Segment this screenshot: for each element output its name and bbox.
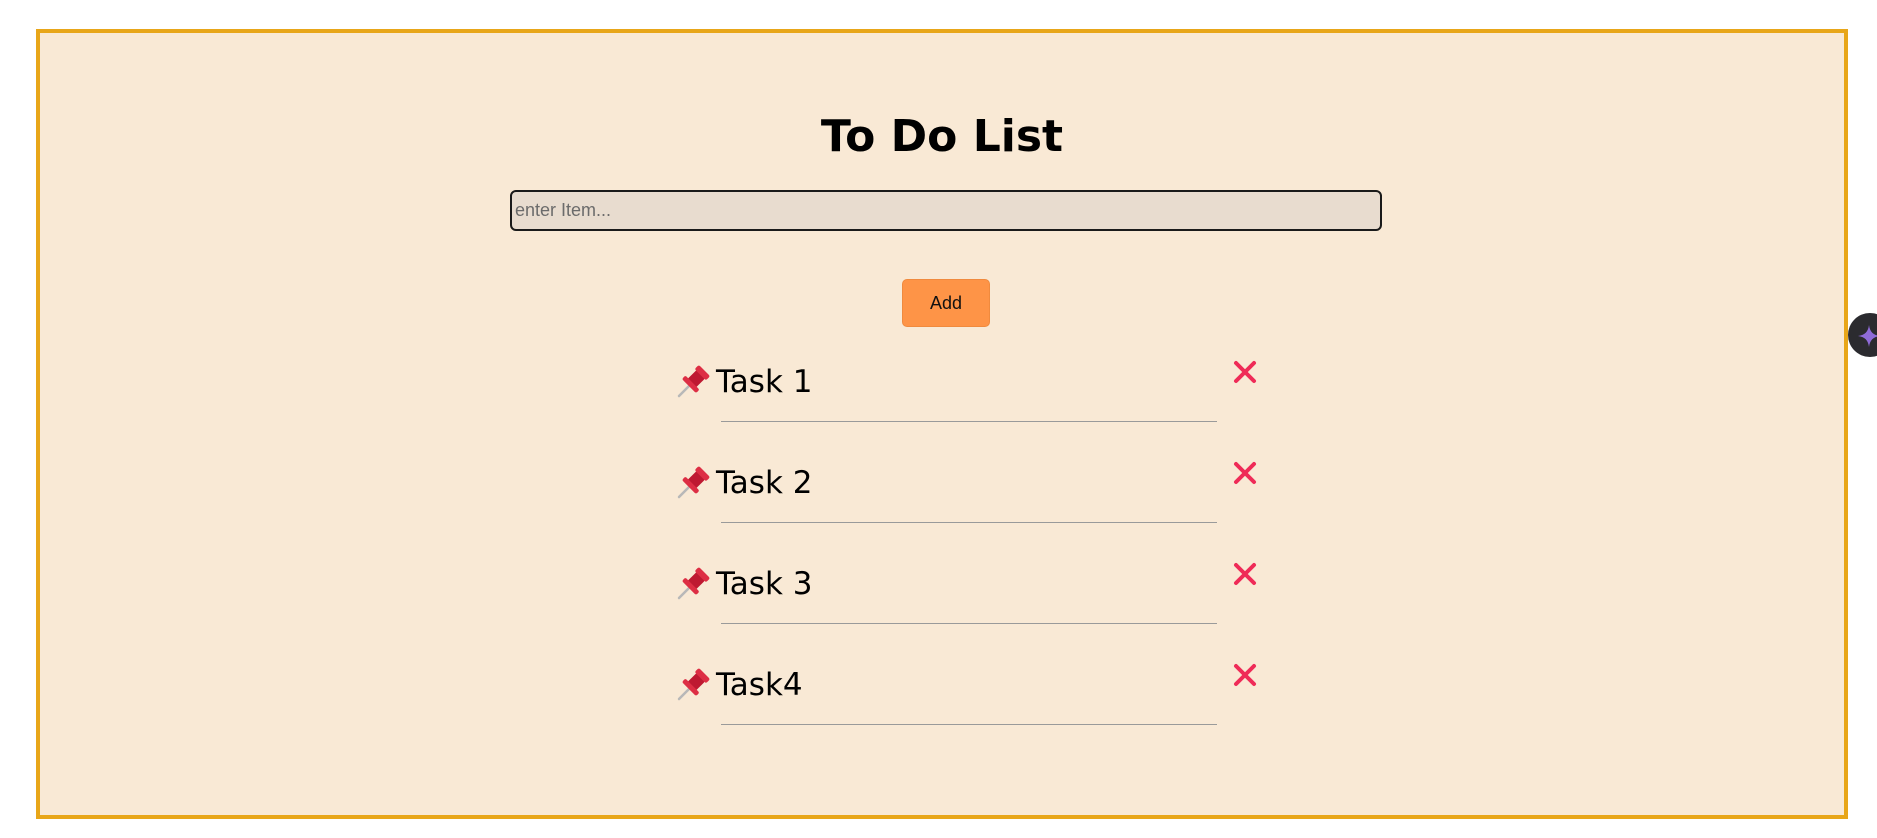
task-divider [721,421,1217,422]
assistant-badge[interactable] [1848,313,1877,357]
close-icon[interactable] [1231,661,1259,689]
close-icon[interactable] [1231,560,1259,588]
close-icon[interactable] [1231,358,1259,386]
pushpin-icon [677,466,710,499]
task-label: Task 1 [716,364,813,400]
task-item: Task 3 [675,560,1263,661]
task-item: Task 2 [675,459,1263,560]
task-divider [721,522,1217,523]
task-divider [721,724,1217,725]
task-label: Task 3 [716,566,813,602]
todo-container: To Do List Add Task 1 [36,29,1848,819]
task-label: Task4 [716,667,803,703]
pushpin-icon [677,365,710,398]
task-label: Task 2 [716,465,813,501]
task-divider [721,623,1217,624]
task-list: Task 1 Task 2 Task 3 Task4 [40,33,1844,815]
pushpin-icon [677,668,710,701]
pushpin-icon [677,567,710,600]
task-item: Task4 [675,661,1263,762]
sparkle-icon [1858,325,1877,347]
task-item: Task 1 [675,358,1263,459]
close-icon[interactable] [1231,459,1259,487]
